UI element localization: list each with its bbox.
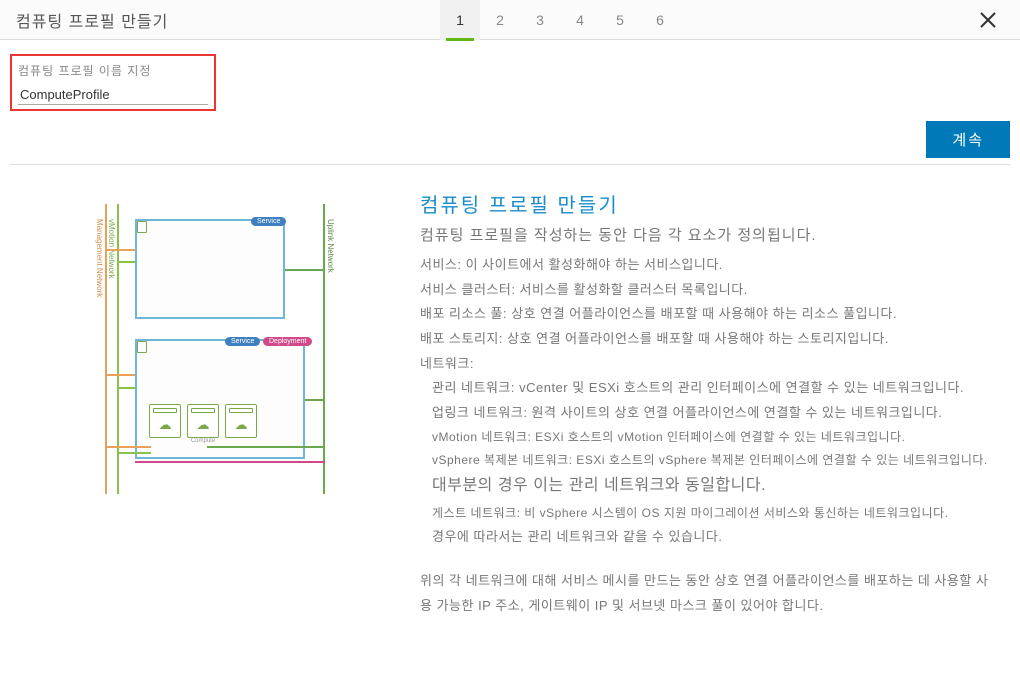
- def-storage: 배포 스토리지: 상호 연결 어플라이언스를 배포할 때 사용해야 하는 스토리…: [420, 327, 1000, 352]
- step-4[interactable]: 4: [560, 0, 600, 40]
- description-panel: 컴퓨팅 프로필 만들기 컴퓨팅 프로필을 작성하는 동안 다음 각 요소가 정의…: [420, 189, 1010, 619]
- def-resource-pool: 배포 리소스 풀: 상호 연결 어플라이언스를 배포할 때 사용해야 하는 리소…: [420, 302, 1000, 327]
- description-footer: 위의 각 네트워크에 대해 서비스 메시를 만드는 동안 상호 연결 어플라이언…: [420, 569, 1000, 618]
- description-title: 컴퓨팅 프로필 만들기: [420, 189, 1000, 218]
- step-2[interactable]: 2: [480, 0, 520, 40]
- diagram-panel: Management Network vMotion Network Uplin…: [10, 189, 420, 619]
- close-icon[interactable]: [968, 0, 1008, 40]
- wizard-header: 컴퓨팅 프로필 만들기 1 2 3 4 5 6: [0, 0, 1020, 40]
- profile-name-input[interactable]: [18, 83, 208, 105]
- deployment-badge: Deployment: [263, 337, 312, 346]
- def-service-cluster: 서비스 클러스터: 서비스를 활성화할 클러스터 목록입니다.: [420, 278, 1000, 303]
- cluster-icon: [137, 221, 147, 233]
- step-3[interactable]: 3: [520, 0, 560, 40]
- def-network-header: 네트워크:: [420, 352, 1000, 377]
- service-cluster-box: [135, 219, 285, 319]
- step-6[interactable]: 6: [640, 0, 680, 40]
- host-icon: ☁: [187, 404, 219, 438]
- uplink-network-label: Uplink Network: [326, 219, 335, 273]
- uplink-network-line: [323, 204, 325, 494]
- vmotion-network-line: [117, 204, 119, 494]
- cluster-icon: [137, 341, 147, 353]
- def-note-same2: 경우에 따라서는 관리 네트워크와 같을 수 있습니다.: [432, 525, 1000, 550]
- description-subtitle: 컴퓨팅 프로필을 작성하는 동안 다음 각 요소가 정의됩니다.: [420, 224, 1000, 245]
- def-note-same: 대부분의 경우 이는 관리 네트워크와 동일합니다.: [432, 471, 1000, 501]
- profile-name-highlight: 컴퓨팅 프로필 이름 지정: [10, 54, 216, 111]
- host-label: Compute: [187, 438, 219, 444]
- def-mgmt-network: 관리 네트워크: vCenter 및 ESXi 호스트의 관리 인터페이스에 연…: [432, 376, 1000, 401]
- def-vsphere-network: vSphere 복제본 네트워크: ESXi 호스트의 vSphere 복제본 …: [432, 449, 1000, 472]
- def-service: 서비스: 이 사이트에서 활성화해야 하는 서비스입니다.: [420, 253, 1000, 278]
- profile-name-label: 컴퓨팅 프로필 이름 지정: [18, 62, 208, 79]
- service-badge: Service: [225, 337, 260, 346]
- wizard-title: 컴퓨팅 프로필 만들기: [0, 8, 184, 32]
- step-1[interactable]: 1: [440, 0, 480, 40]
- def-guest-network: 게스트 네트워크: 비 vSphere 시스템이 OS 지원 마이그레이션 서비…: [432, 502, 1000, 525]
- step-5[interactable]: 5: [600, 0, 640, 40]
- service-badge: Service: [251, 217, 286, 226]
- continue-button[interactable]: 계속: [926, 121, 1010, 158]
- host-row: ☁ ☁ Compute ☁: [149, 404, 257, 444]
- def-vmotion-network: vMotion 네트워크: ESXi 호스트의 vMotion 인터페이스에 연…: [432, 426, 1000, 449]
- network-diagram: Management Network vMotion Network Uplin…: [105, 199, 325, 499]
- def-uplink-network: 업링크 네트워크: 원격 사이트의 상호 연결 어플라이언스에 연결할 수 있는…: [432, 401, 1000, 426]
- wizard-steps: 1 2 3 4 5 6: [440, 0, 680, 40]
- host-icon: ☁: [225, 404, 257, 438]
- mgmt-network-label: Management Network: [95, 219, 104, 297]
- host-icon: ☁: [149, 404, 181, 438]
